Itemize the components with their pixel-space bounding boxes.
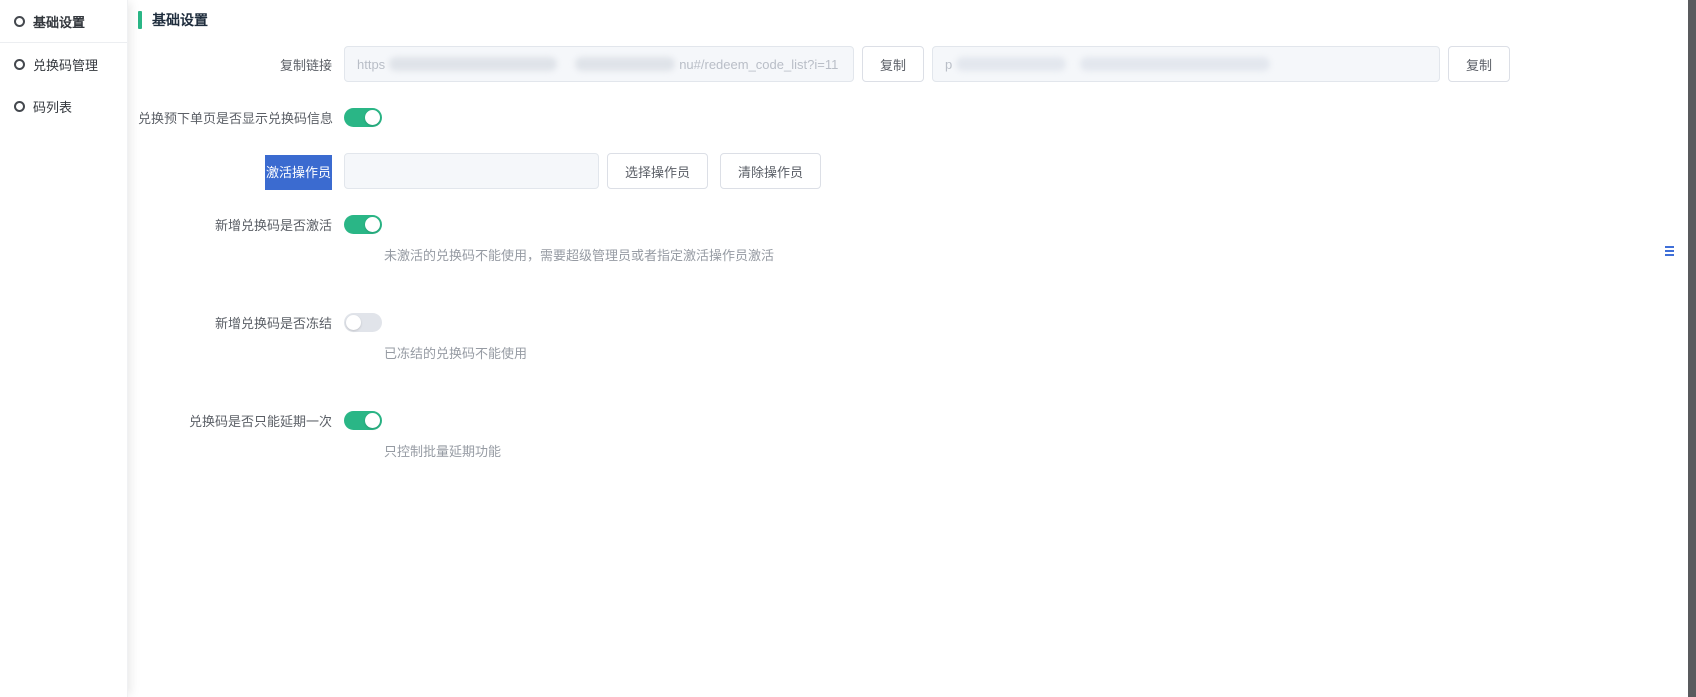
new-code-activated-toggle[interactable] — [344, 215, 382, 234]
show-code-info-toggle[interactable] — [344, 108, 382, 127]
select-operator-button[interactable]: 选择操作员 — [607, 153, 709, 189]
circle-icon — [14, 16, 25, 27]
activation-operator-input[interactable] — [344, 153, 599, 189]
copy-button-2[interactable]: 复制 — [1448, 46, 1511, 82]
link-text-suffix: nu#/redeem_code_list?i=11 — [679, 56, 839, 72]
sidebar: 基础设置 兑换码管理 码列表 — [0, 0, 128, 697]
form-row-extend-once: 兑换码是否只能延期一次 只控制批量延期功能 — [138, 411, 1676, 461]
form-row-new-code-activated: 新增兑换码是否激活 未激活的兑换码不能使用，需要超级管理员或者指定激活操作员激活 — [138, 215, 1676, 265]
circle-icon — [14, 58, 25, 70]
redacted-text — [1080, 57, 1271, 71]
link-text-prefix: p — [945, 56, 953, 72]
sidebar-item-basic-settings[interactable]: 基础设置 — [0, 1, 127, 43]
new-code-frozen-toggle[interactable] — [344, 313, 382, 332]
copy-link-input-2[interactable]: p — [932, 46, 1441, 82]
main-content: 基础设置 复制链接 https nu#/redeem_code_list?i=1… — [128, 0, 1696, 697]
sidebar-item-redeem-code-management[interactable]: 兑换码管理 — [0, 43, 127, 85]
sidebar-item-label: 码列表 — [33, 99, 73, 115]
vertical-scrollbar[interactable] — [1688, 0, 1696, 697]
new-code-frozen-hint: 已冻结的兑换码不能使用 — [384, 346, 528, 361]
new-code-activated-hint: 未激活的兑换码不能使用，需要超级管理员或者指定激活操作员激活 — [384, 248, 775, 263]
section-title: 基础设置 — [138, 10, 1676, 30]
copy-link-input-1[interactable]: https nu#/redeem_code_list?i=11 — [344, 46, 854, 82]
form-row-new-code-frozen: 新增兑换码是否冻结 已冻结的兑换码不能使用 — [138, 313, 1676, 363]
new-code-frozen-label: 新增兑换码是否冻结 — [214, 316, 332, 331]
copy-link-label: 复制链接 — [279, 57, 332, 73]
page-title: 基础设置 — [152, 12, 208, 28]
activation-operator-label: 激活操作员 — [138, 154, 344, 190]
sidebar-item-label: 基础设置 — [33, 15, 86, 30]
redacted-text — [575, 57, 676, 71]
accent-bar — [138, 11, 142, 29]
circle-icon — [14, 100, 25, 112]
sidebar-item-code-list[interactable]: 码列表 — [0, 85, 127, 127]
new-code-activated-label: 新增兑换码是否激活 — [214, 218, 332, 233]
form-row-show-code-info: 兑换预下单页是否显示兑换码信息 — [138, 108, 1676, 127]
form-row-activation-operator: 激活操作员 选择操作员 清除操作员 — [138, 153, 1676, 190]
extend-once-label: 兑换码是否只能延期一次 — [188, 414, 332, 429]
link-text-prefix: https — [357, 56, 386, 72]
annotation-marker-icon — [1665, 246, 1674, 258]
copy-button-1[interactable]: 复制 — [862, 46, 925, 82]
extend-once-toggle[interactable] — [344, 411, 382, 430]
show-code-info-label: 兑换预下单页是否显示兑换码信息 — [138, 111, 334, 126]
clear-operator-button[interactable]: 清除操作员 — [720, 153, 822, 189]
selected-text-highlight: 激活操作员 — [264, 154, 332, 190]
extend-once-hint: 只控制批量延期功能 — [384, 444, 502, 459]
redacted-text — [956, 57, 1067, 71]
redacted-text — [389, 57, 558, 71]
sidebar-item-label: 兑换码管理 — [33, 57, 99, 73]
form-row-copy-link: 复制链接 https nu#/redeem_code_list?i=11 复制 … — [138, 46, 1676, 82]
